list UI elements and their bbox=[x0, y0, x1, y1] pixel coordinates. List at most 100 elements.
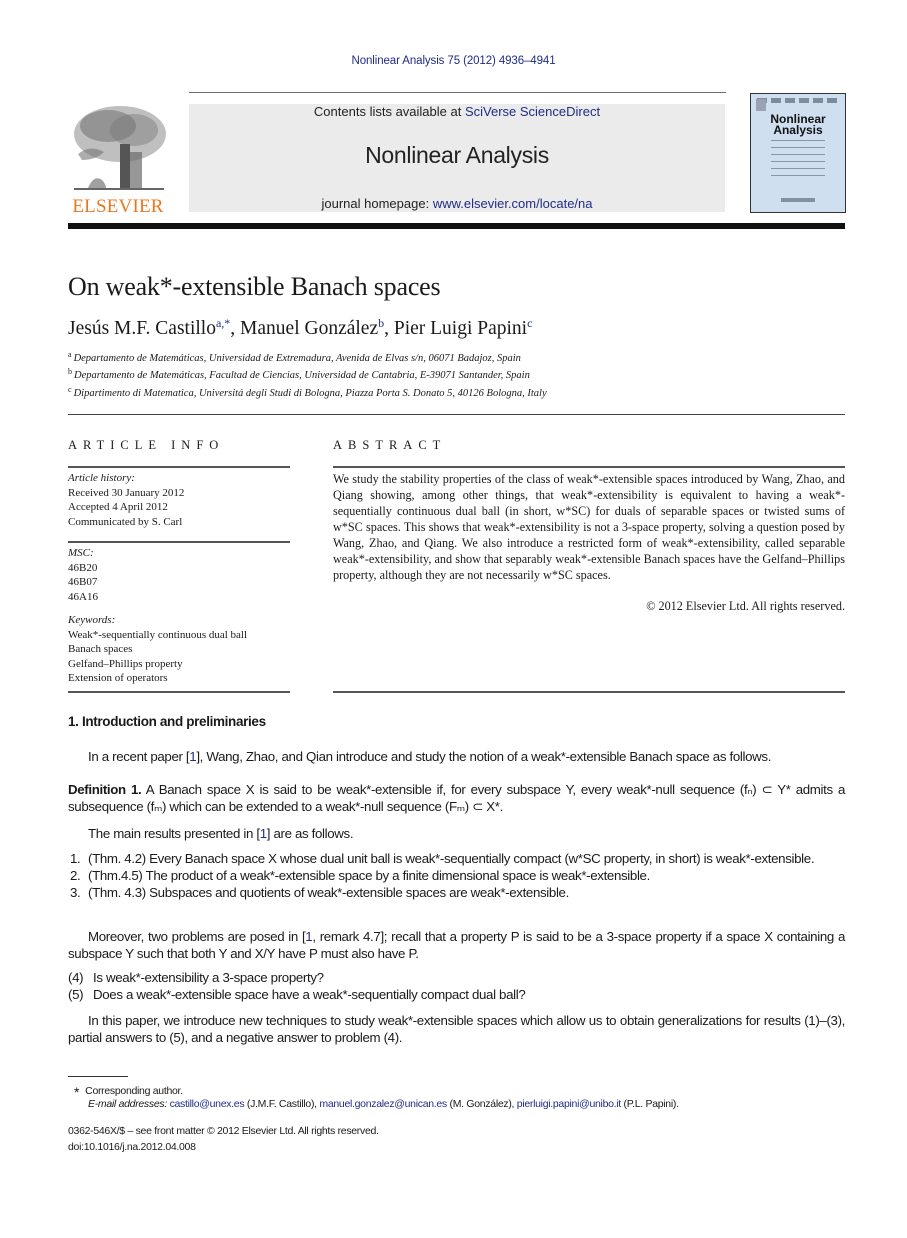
abstract-copyright: © 2012 Elsevier Ltd. All rights reserved… bbox=[646, 599, 845, 613]
problem-number: (5) bbox=[68, 987, 84, 1002]
keyword: Extension of operators bbox=[68, 672, 168, 684]
result-text: (Thm.4.5) The product of a weak*-extensi… bbox=[88, 868, 650, 883]
cover-text-lines bbox=[771, 140, 825, 180]
author-affiliation-marker[interactable]: c bbox=[527, 316, 532, 330]
article-title: On weak*-extensible Banach spaces bbox=[68, 272, 441, 301]
footnote-star: * bbox=[74, 1084, 80, 1100]
info-divider bbox=[68, 691, 290, 693]
history-label: Article history: bbox=[68, 472, 135, 484]
email-owner: (J.M.F. Castillo), bbox=[244, 1098, 320, 1110]
intro-paragraph: In a recent paper [1], Wang, Zhao, and Q… bbox=[68, 748, 845, 765]
affiliation: c Dipartimento di Matematica, Universitá … bbox=[68, 385, 547, 399]
section-divider bbox=[68, 414, 845, 415]
msc-code: 46B20 bbox=[68, 561, 98, 574]
affiliation-marker: b bbox=[68, 367, 72, 376]
front-matter-notice: 0362-546X/$ – see front matter © 2012 El… bbox=[68, 1125, 379, 1137]
result-number: 2. bbox=[70, 868, 81, 883]
problem-number: (4) bbox=[68, 970, 84, 985]
email-link[interactable]: castillo@unex.es bbox=[170, 1098, 245, 1110]
affiliation-text: Departamento de Matemáticas, Universidad… bbox=[73, 353, 521, 364]
author-name: Pier Luigi Papini bbox=[393, 318, 528, 339]
affiliation: b Departamento de Matemáticas, Facultad d… bbox=[68, 367, 530, 381]
elsevier-tree-icon bbox=[74, 106, 166, 190]
affiliation-marker: a bbox=[68, 350, 72, 359]
reference-link[interactable]: 1 bbox=[260, 826, 267, 841]
cover-emblem-icon bbox=[756, 99, 766, 111]
email-link[interactable]: manuel.gonzalez@unican.es bbox=[319, 1098, 447, 1110]
email-link[interactable]: pierluigi.papini@unibo.it bbox=[517, 1098, 621, 1110]
email-addresses: E-mail addresses: castillo@unex.es (J.M.… bbox=[88, 1098, 679, 1110]
footnote-rule bbox=[68, 1076, 128, 1077]
cover-title: Nonlinear Analysis bbox=[751, 113, 845, 137]
problem-item: (4) Is weak*-extensibility a 3-space prop… bbox=[68, 969, 845, 986]
result-item: 1. (Thm. 4.2) Every Banach space X whose … bbox=[68, 850, 845, 867]
homepage-prefix: journal homepage: bbox=[321, 196, 433, 211]
result-item: 2. (Thm.4.5) The product of a weak*-exten… bbox=[68, 867, 845, 884]
history-item: Accepted 4 April 2012 bbox=[68, 501, 168, 513]
history-item: Communicated by S. Carl bbox=[68, 515, 183, 528]
msc-code: 46B07 bbox=[68, 576, 98, 588]
affiliation: a Departamento de Matemáticas, Universida… bbox=[68, 350, 521, 364]
author-list: Jesús M.F. Castilloa,*, Manuel Gonzálezb… bbox=[68, 316, 532, 340]
affiliation-text: Dipartimento di Matematica, Universitá d… bbox=[73, 388, 547, 399]
cover-header-strip bbox=[757, 98, 837, 103]
elsevier-logo[interactable]: ELSEVIER bbox=[68, 104, 168, 217]
author-separator: , bbox=[230, 318, 241, 339]
author-affiliation-marker[interactable]: a,* bbox=[216, 316, 230, 330]
homepage-line: journal homepage: www.elsevier.com/locat… bbox=[189, 196, 725, 211]
affiliation-marker: c bbox=[68, 385, 72, 394]
msc-label: MSC: bbox=[68, 547, 94, 559]
journal-cover-thumbnail[interactable]: Nonlinear Analysis bbox=[750, 93, 846, 213]
email-owner: (P.L. Papini). bbox=[620, 1098, 679, 1110]
article-info-heading: ARTICLE INFO bbox=[68, 438, 225, 452]
definition-block: Definition 1. A Banach space X is said t… bbox=[68, 781, 845, 815]
problem-item: (5) Does a weak*-extensible space have a … bbox=[68, 986, 845, 1003]
result-item: 3. (Thm. 4.3) Subspaces and quotients of … bbox=[68, 884, 845, 901]
results-list: 1. (Thm. 4.2) Every Banach space X whose … bbox=[68, 850, 845, 901]
result-number: 3. bbox=[70, 885, 81, 900]
msc-codes: MSC: 46B20 46B07 46A16 bbox=[68, 546, 290, 604]
email-owner: (M. González), bbox=[446, 1098, 517, 1110]
keyword: Weak*-sequentially continuous dual ball bbox=[68, 628, 248, 641]
abstract-divider bbox=[333, 466, 845, 468]
corresponding-label: Corresponding author. bbox=[85, 1085, 183, 1097]
result-number: 1. bbox=[70, 851, 81, 866]
history-item: Received 30 January 2012 bbox=[68, 486, 185, 499]
sciencedirect-link[interactable]: SciVerse ScienceDirect bbox=[465, 104, 600, 119]
text-run: ], Wang, Zhao, and Qian introduce and st… bbox=[196, 749, 772, 764]
elsevier-wordmark: ELSEVIER bbox=[72, 196, 164, 217]
cover-title-line2: Analysis bbox=[773, 123, 823, 137]
abstract-divider bbox=[333, 691, 845, 693]
info-divider bbox=[68, 466, 290, 468]
result-text: (Thm. 4.2) Every Banach space X whose du… bbox=[88, 851, 815, 866]
problem-text: Is weak*-extensibility a 3-space propert… bbox=[93, 970, 324, 985]
problems-list: (4) Is weak*-extensibility a 3-space prop… bbox=[68, 969, 845, 1003]
email-label: E-mail addresses: bbox=[88, 1098, 167, 1110]
abstract-heading: ABSTRACT bbox=[333, 438, 447, 452]
contents-prefix: Contents lists available at bbox=[313, 104, 465, 119]
article-history: Article history: Received 30 January 201… bbox=[68, 471, 290, 529]
journal-citation[interactable]: Nonlinear Analysis 75 (2012) 4936–4941 bbox=[0, 55, 907, 67]
header-rule bbox=[189, 92, 726, 93]
journal-name: Nonlinear Analysis bbox=[365, 142, 549, 168]
keyword: Banach spaces bbox=[68, 643, 133, 655]
author-name: Manuel González bbox=[240, 318, 379, 339]
problem-text: Does a weak*-extensible space have a wea… bbox=[93, 987, 526, 1002]
abstract-text: We study the stability properties of the… bbox=[333, 472, 845, 582]
contents-line: Contents lists available at SciVerse Sci… bbox=[189, 104, 725, 119]
msc-code: 46A16 bbox=[68, 590, 98, 603]
moreover-paragraph: Moreover, two problems are posed in [1, … bbox=[68, 928, 845, 962]
corresponding-author-note: * Corresponding author. bbox=[74, 1081, 183, 1100]
header-thick-rule bbox=[68, 223, 845, 229]
cover-footer-mark bbox=[781, 198, 815, 202]
journal-homepage-link[interactable]: www.elsevier.com/locate/na bbox=[433, 196, 593, 211]
definition-text: A Banach space X is said to be weak*-ext… bbox=[68, 782, 845, 814]
keywords-label: Keywords: bbox=[68, 614, 116, 626]
definition-label: Definition 1. bbox=[68, 782, 142, 797]
doi-link[interactable]: doi:10.1016/j.na.2012.04.008 bbox=[68, 1141, 196, 1153]
keyword: Gelfand–Phillips property bbox=[68, 657, 183, 670]
main-results-intro: The main results presented in [1] are as… bbox=[68, 825, 845, 842]
keywords: Keywords: Weak*-sequentially continuous … bbox=[68, 613, 290, 686]
author-separator: , bbox=[384, 318, 394, 339]
text-run: Moreover, two problems are posed in [ bbox=[88, 929, 306, 944]
